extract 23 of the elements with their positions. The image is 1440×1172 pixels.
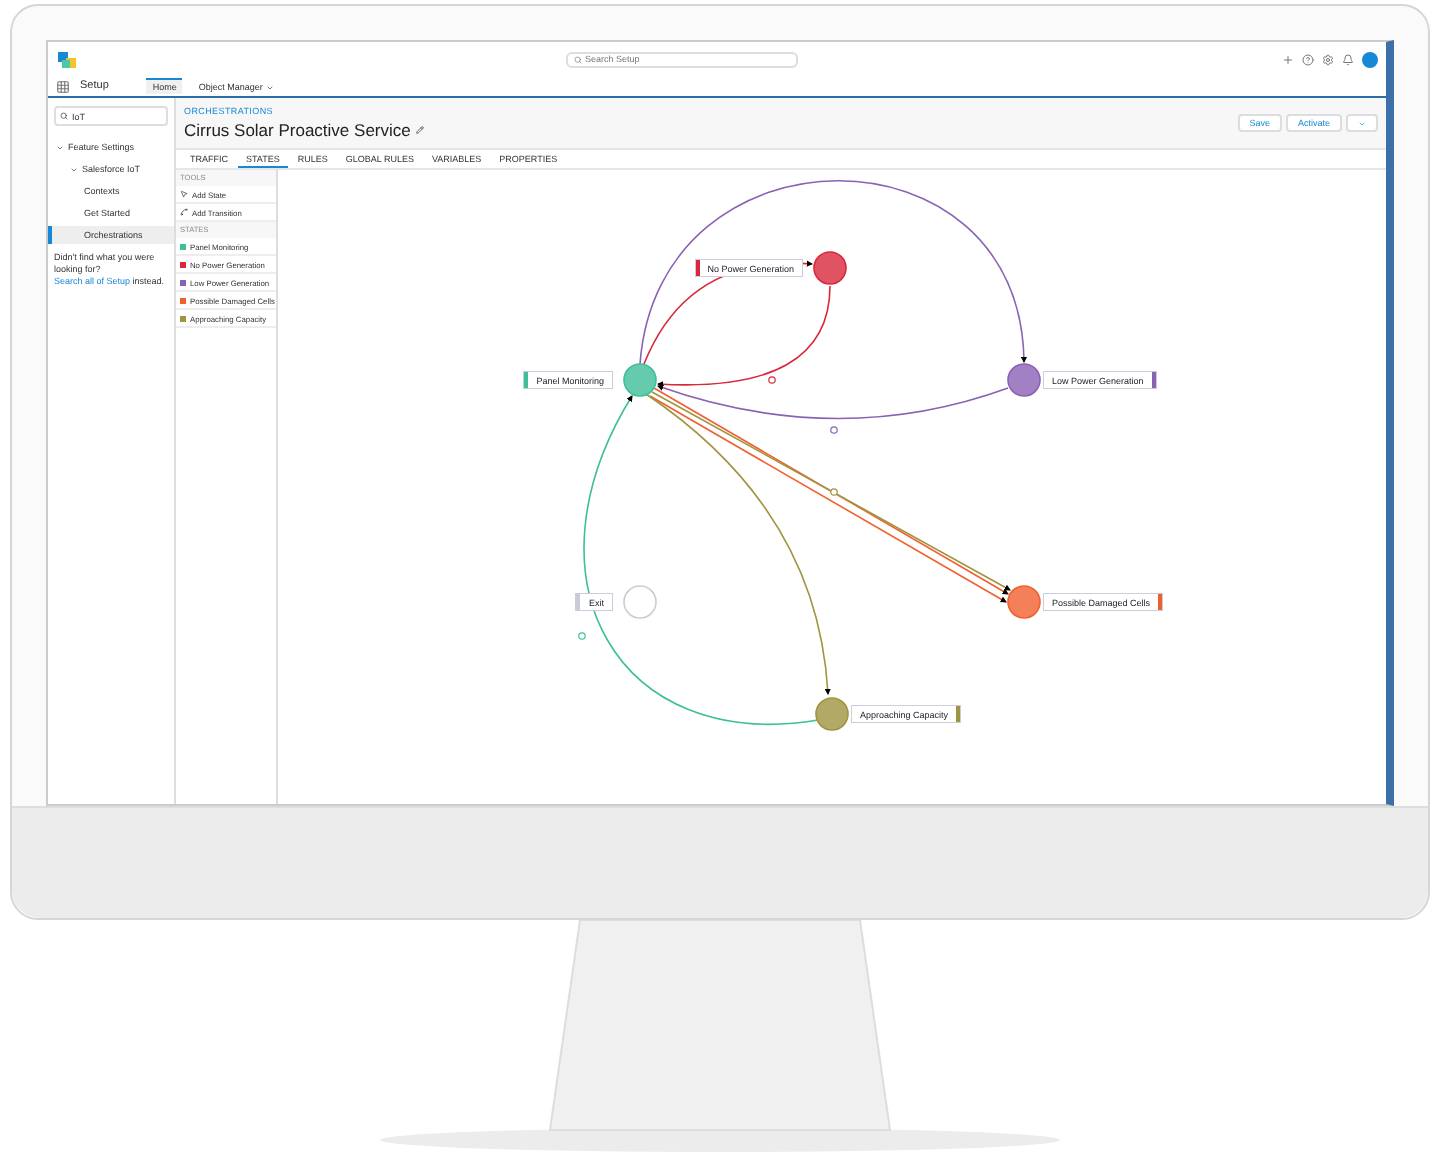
tool-icon [180, 208, 188, 216]
edit-icon[interactable] [416, 126, 425, 134]
search-icon [573, 55, 581, 63]
state-node[interactable] [1007, 585, 1041, 619]
transition-arrow[interactable] [639, 179, 1027, 365]
help-icon[interactable] [1302, 53, 1314, 65]
state-node[interactable] [623, 363, 657, 397]
logo-icon [56, 47, 80, 71]
transition-arrow[interactable] [645, 393, 831, 696]
transition-arrow[interactable] [657, 384, 1009, 434]
page-title: Cirrus Solar Proactive Service [184, 120, 411, 140]
app-launcher-icon[interactable] [56, 79, 70, 93]
avatar[interactable] [1362, 51, 1378, 67]
settings-icon[interactable] [1322, 53, 1334, 65]
tool-icon [180, 190, 188, 198]
transition-arrow[interactable] [578, 395, 819, 726]
plus-icon[interactable] [1282, 53, 1294, 65]
state-node[interactable] [815, 697, 849, 731]
search-icon [60, 112, 68, 120]
state-node[interactable] [813, 251, 847, 285]
state-node[interactable] [1007, 363, 1041, 397]
bell-icon[interactable] [1342, 53, 1354, 65]
transition-arrow[interactable] [656, 285, 831, 388]
